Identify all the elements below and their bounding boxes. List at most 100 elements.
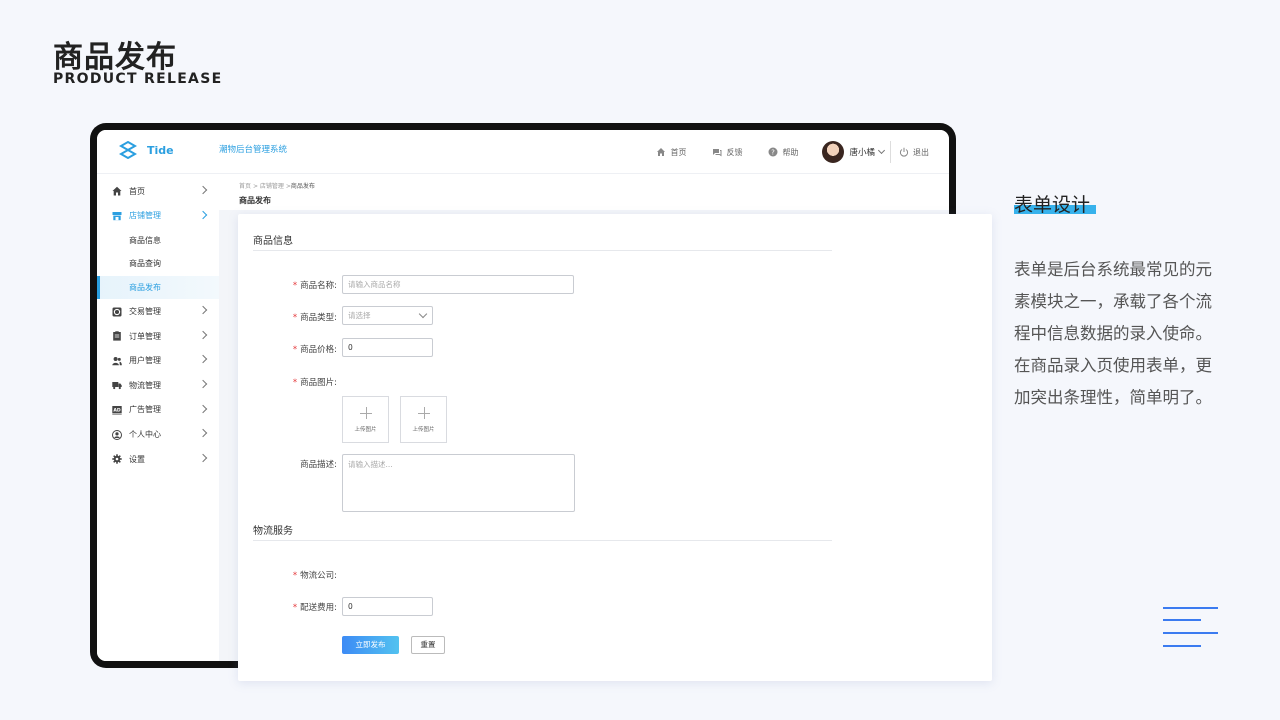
- power-icon: [899, 147, 909, 157]
- divider: [890, 141, 891, 163]
- top-nav-help-label: 帮助: [782, 147, 799, 157]
- product-name-input[interactable]: 请输入商品名称: [342, 275, 574, 294]
- trade-icon: [112, 307, 122, 317]
- sidebar-item-trade[interactable]: 交易管理: [97, 299, 219, 324]
- user-name[interactable]: 唐小橘: [849, 146, 875, 158]
- logo-text: Tide: [147, 143, 174, 157]
- upload-image-button[interactable]: 上传图片: [400, 396, 447, 443]
- sidebar-item-settings[interactable]: 设置: [97, 447, 219, 472]
- sidebar-item-ads[interactable]: AD 广告管理: [97, 398, 219, 423]
- description-line: 加突出条理性，简单明了。: [1014, 388, 1212, 407]
- sidebar-item-label: 订单管理: [129, 331, 161, 341]
- section-title-product: 商品信息: [253, 236, 293, 247]
- chevron-right-icon: [198, 355, 208, 364]
- top-nav-help[interactable]: ? 帮助: [768, 147, 798, 158]
- upload-image-button[interactable]: 上传图片: [342, 396, 389, 443]
- description-title: 表单设计: [1014, 194, 1091, 216]
- description-line: 素模块之一，承载了各个流: [1014, 292, 1212, 311]
- product-price-input[interactable]: 0: [342, 338, 433, 357]
- delivery-fee-input[interactable]: 0: [342, 597, 433, 616]
- order-icon: [113, 331, 121, 341]
- top-nav-feedback-label: 反馈: [726, 147, 743, 157]
- top-nav-home-label: 首页: [670, 147, 687, 157]
- section-divider: [253, 250, 832, 251]
- help-icon: ?: [768, 147, 778, 157]
- svg-text:AD: AD: [113, 407, 121, 413]
- sidebar-subitem-product-query[interactable]: 商品查询: [97, 252, 219, 276]
- sidebar-item-personal[interactable]: 个人中心: [97, 422, 219, 447]
- breadcrumb-item[interactable]: 店铺管理: [260, 183, 284, 190]
- sidebar-item-label: 物流管理: [129, 380, 161, 390]
- feedback-icon: [713, 149, 722, 157]
- description-line: 表单是后台系统最常见的元: [1014, 260, 1212, 279]
- chevron-right-icon: [198, 428, 208, 438]
- svg-text:?: ?: [772, 149, 776, 157]
- product-name-label: * 商品名称:: [292, 281, 337, 291]
- upload-label: 上传图片: [354, 427, 377, 433]
- breadcrumb-separator: >: [252, 183, 258, 190]
- page-title: 商品发布: [53, 40, 177, 75]
- home-icon: [112, 187, 122, 196]
- breadcrumb-current: 商品发布: [290, 183, 315, 190]
- product-price-label: * 商品价格:: [292, 345, 337, 355]
- users-icon: [112, 356, 122, 366]
- menu-lines-icon: [1163, 606, 1218, 648]
- chevron-right-icon: [198, 306, 208, 315]
- sidebar-item-label: 首页: [129, 186, 145, 196]
- chevron-down-icon[interactable]: [877, 146, 886, 155]
- sidebar-item-store[interactable]: 店铺管理: [97, 204, 219, 229]
- sidebar-item-label: 用户管理: [129, 356, 161, 366]
- product-type-select[interactable]: 请选择: [342, 306, 433, 325]
- chevron-right-icon: [198, 453, 208, 463]
- reset-button[interactable]: 重置: [411, 636, 445, 654]
- section-divider: [253, 540, 832, 541]
- breadcrumb: 首页 > 店铺管理 >商品发布: [239, 181, 315, 190]
- store-icon: [112, 211, 122, 221]
- section-title-logistics: 物流服务: [253, 526, 293, 537]
- logo[interactable]: Tide: [119, 141, 174, 159]
- sidebar-item-label: 设置: [129, 454, 145, 464]
- system-name: 潮物后台管理系统: [219, 145, 288, 155]
- home-icon: [657, 148, 666, 156]
- publish-button[interactable]: 立即发布: [342, 636, 399, 654]
- sidebar-item-label: 广告管理: [129, 405, 161, 415]
- ad-icon: AD: [112, 405, 122, 415]
- chevron-down-icon: [418, 309, 428, 319]
- chevron-right-icon: [198, 330, 208, 340]
- sidebar-item-orders[interactable]: 订单管理: [97, 324, 219, 349]
- description-line: 程中信息数据的录入使命。: [1014, 324, 1212, 343]
- sidebar-item-label: 店铺管理: [129, 211, 161, 221]
- product-desc-textarea[interactable]: 请输入描述...: [342, 454, 575, 512]
- product-desc-label: 商品描述:: [300, 460, 337, 470]
- chevron-right-icon: [198, 210, 208, 219]
- sidebar-item-logistics[interactable]: 物流管理: [97, 373, 219, 398]
- sidebar-item-label: 交易管理: [129, 307, 161, 317]
- gear-icon: [112, 454, 122, 464]
- top-nav: 首页 反馈 ? 帮助 唐小橘 退出: [630, 138, 929, 166]
- chevron-right-icon: [198, 379, 208, 389]
- delivery-fee-label: * 配送费用:: [292, 603, 337, 613]
- user-icon: [112, 429, 122, 440]
- description-line: 在商品录入页使用表单，更: [1014, 356, 1212, 375]
- logout-button[interactable]: 退出: [899, 147, 929, 158]
- description-text: 表单是后台系统最常见的元 素模块之一，承载了各个流 程中信息数据的录入使命。 在…: [1014, 254, 1229, 414]
- sidebar-subitem-product-info[interactable]: 商品信息: [97, 228, 219, 252]
- page-subtitle: PRODUCT RELEASE: [53, 71, 223, 87]
- upload-label: 上传图片: [412, 427, 435, 433]
- breadcrumb-panel: 首页 > 店铺管理 >商品发布 商品发布: [219, 174, 949, 210]
- sidebar: 首页 店铺管理 商品信息 商品查询 商品发布 交易管理 订单管理 用户管理 物流…: [97, 174, 219, 661]
- top-nav-home[interactable]: 首页: [656, 147, 686, 158]
- content-title: 商品发布: [239, 196, 271, 205]
- top-bar: Tide 潮物后台管理系统 首页 反馈 ? 帮助 唐小橘 退出: [97, 130, 949, 174]
- top-nav-feedback[interactable]: 反馈: [712, 147, 742, 158]
- product-type-label: * 商品类型:: [292, 313, 337, 323]
- sidebar-subitem-product-release[interactable]: 商品发布: [97, 275, 219, 300]
- avatar[interactable]: [822, 141, 845, 163]
- breadcrumb-item[interactable]: 首页: [239, 183, 251, 190]
- sidebar-item-home[interactable]: 首页: [97, 179, 219, 204]
- sidebar-item-label: 个人中心: [129, 430, 161, 440]
- logo-icon: [119, 141, 137, 159]
- chevron-right-icon: [198, 185, 208, 195]
- sidebar-item-users[interactable]: 用户管理: [97, 348, 219, 373]
- logistics-company-label: * 物流公司:: [292, 571, 337, 581]
